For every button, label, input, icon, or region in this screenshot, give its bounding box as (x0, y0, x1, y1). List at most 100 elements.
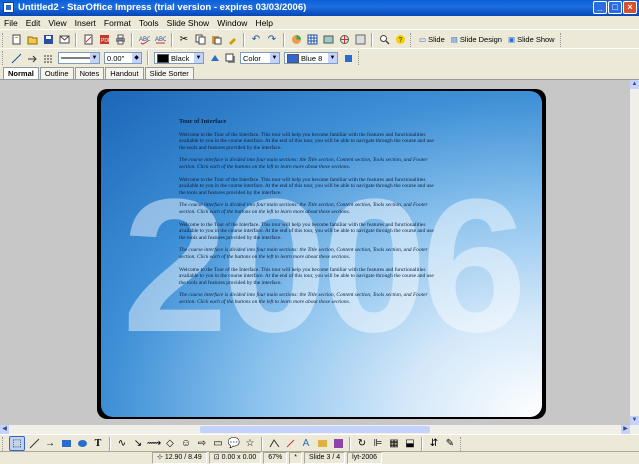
flowchart-icon[interactable]: ▭ (211, 437, 225, 450)
line-tool-icon[interactable] (27, 437, 41, 450)
menu-insert[interactable]: Insert (71, 18, 100, 28)
arrow-style-icon[interactable] (25, 52, 39, 65)
autospell-icon[interactable]: ABC (153, 33, 167, 46)
line-color-select[interactable]: Black ▼ (154, 52, 204, 64)
line-style-select[interactable]: ▼ (58, 52, 100, 64)
window-title: Untitled2 - StarOffice Impress (trial ve… (18, 2, 307, 13)
effects-icon[interactable]: ✎ (443, 437, 457, 450)
format-paintbrush-icon[interactable] (225, 33, 239, 46)
tab-slide-sorter[interactable]: Slide Sorter (144, 67, 194, 79)
line-width-input[interactable]: 0.00" ◆ (104, 52, 142, 64)
tab-notes[interactable]: Notes (74, 67, 105, 79)
paste-icon[interactable] (209, 33, 223, 46)
shadow-toggle-icon[interactable] (341, 52, 355, 65)
table-icon[interactable] (305, 33, 319, 46)
spellcheck-icon[interactable]: ABC (137, 33, 151, 46)
toolbar-grip[interactable] (2, 32, 6, 47)
from-file-icon[interactable] (315, 437, 329, 450)
zoom-icon[interactable] (377, 33, 391, 46)
tab-normal[interactable]: Normal (3, 67, 39, 79)
copy-icon[interactable] (193, 33, 207, 46)
open-folder-icon[interactable] (25, 33, 39, 46)
save-icon[interactable] (41, 33, 55, 46)
ellipse-tool-icon[interactable] (75, 437, 89, 450)
zoom-level[interactable]: 67% (263, 452, 288, 464)
chart-icon[interactable] (289, 33, 303, 46)
shadow-icon[interactable] (223, 52, 237, 65)
vertical-scrollbar[interactable]: ▲ ▼ (630, 80, 639, 425)
slide-text-box[interactable]: Tour of Interface Welcome to the Tour of… (179, 118, 439, 311)
lines-arrows-icon[interactable]: ⟿ (147, 437, 161, 450)
slide-paragraph: Welcome to the Tour of the Interface. Th… (179, 266, 434, 286)
navigator-icon[interactable] (337, 33, 351, 46)
menu-help[interactable]: Help (251, 18, 276, 28)
minimize-button[interactable]: _ (593, 1, 607, 14)
points-icon[interactable] (267, 437, 281, 450)
slide-heading: Tour of Interface (179, 118, 227, 125)
menu-format[interactable]: Format (100, 18, 135, 28)
block-arrows-icon[interactable]: ⇨ (195, 437, 209, 450)
glue-points-icon[interactable] (283, 437, 297, 450)
new-document-icon[interactable] (9, 33, 23, 46)
slide-canvas[interactable]: 2006 Tour of Interface Welcome to the To… (97, 89, 546, 419)
area-fill-icon[interactable] (207, 52, 221, 65)
scroll-down-icon[interactable]: ▼ (630, 416, 639, 425)
area-style-select[interactable]: Color ▼ (240, 52, 280, 64)
menu-slide-show[interactable]: Slide Show (163, 18, 214, 28)
slide-paragraph: Welcome to the Tour of the Interface. Th… (179, 176, 434, 196)
help-icon[interactable]: ? (393, 33, 407, 46)
scroll-up-icon[interactable]: ▲ (630, 80, 639, 89)
symbol-shapes-icon[interactable]: ☺ (179, 437, 193, 450)
select-icon[interactable]: ⬚ (9, 436, 25, 451)
arrow-tool-icon[interactable]: → (43, 437, 57, 450)
slide-button[interactable]: ▭ Slide (416, 35, 448, 44)
toolbar-grip[interactable] (2, 436, 6, 451)
stars-icon[interactable]: ☆ (243, 437, 257, 450)
display-grid-icon[interactable] (321, 33, 335, 46)
close-button[interactable]: × (623, 1, 637, 14)
menu-file[interactable]: File (0, 18, 22, 28)
gallery-icon[interactable] (353, 33, 367, 46)
text-tool-icon[interactable]: T (91, 437, 105, 450)
menu-view[interactable]: View (44, 18, 70, 28)
area-color-select[interactable]: Blue 8 ▼ (284, 52, 338, 64)
menu-tools[interactable]: Tools (135, 18, 163, 28)
rotate-icon[interactable]: ↻ (355, 437, 369, 450)
edit-file-icon[interactable] (81, 33, 95, 46)
basic-shapes-icon[interactable]: ◇ (163, 437, 177, 450)
horizontal-scrollbar[interactable]: ◀ ▶ (0, 425, 639, 434)
app-icon[interactable] (3, 2, 14, 13)
export-pdf-icon[interactable]: PDF (97, 33, 111, 46)
rectangle-tool-icon[interactable] (59, 437, 73, 450)
horizontal-scroll-thumb[interactable] (200, 426, 430, 433)
print-icon[interactable] (113, 33, 127, 46)
callouts-icon[interactable]: 💬 (227, 437, 241, 450)
alignment-icon[interactable]: ⊫ (371, 437, 385, 450)
scroll-right-icon[interactable]: ▶ (621, 425, 630, 434)
toolbar-grip[interactable] (2, 51, 6, 65)
gallery-tool-icon[interactable] (331, 437, 345, 450)
undo-icon[interactable]: ↶ (249, 33, 263, 46)
menu-edit[interactable]: Edit (22, 18, 45, 28)
line-style-icon[interactable] (41, 52, 55, 65)
curve-tool-icon[interactable]: ∿ (115, 437, 129, 450)
fontwork-icon[interactable]: A (299, 437, 313, 450)
maximize-button[interactable]: □ (608, 1, 622, 14)
redo-icon[interactable]: ↷ (265, 33, 279, 46)
tab-outline[interactable]: Outline (39, 67, 74, 79)
menu-window[interactable]: Window (213, 18, 251, 28)
interaction-icon[interactable]: ⇵ (427, 437, 441, 450)
arrange-icon[interactable]: ▦ (387, 437, 401, 450)
connector-tool-icon[interactable]: ↘ (131, 437, 145, 450)
modified-indicator[interactable]: * (289, 452, 302, 464)
slide-design-button[interactable]: ▤ Slide Design (448, 35, 505, 44)
email-icon[interactable] (57, 33, 71, 46)
extrusion-icon[interactable]: ⬓ (403, 437, 417, 450)
slide-show-button[interactable]: ▣ Slide Show (505, 35, 558, 44)
slide-workspace[interactable]: 2006 Tour of Interface Welcome to the To… (0, 80, 630, 425)
dropdown-arrow-icon: ▼ (90, 53, 99, 63)
tab-handout[interactable]: Handout (105, 67, 144, 79)
line-icon[interactable] (9, 52, 23, 65)
cut-icon[interactable]: ✂ (177, 33, 191, 46)
scroll-left-icon[interactable]: ◀ (0, 425, 9, 434)
